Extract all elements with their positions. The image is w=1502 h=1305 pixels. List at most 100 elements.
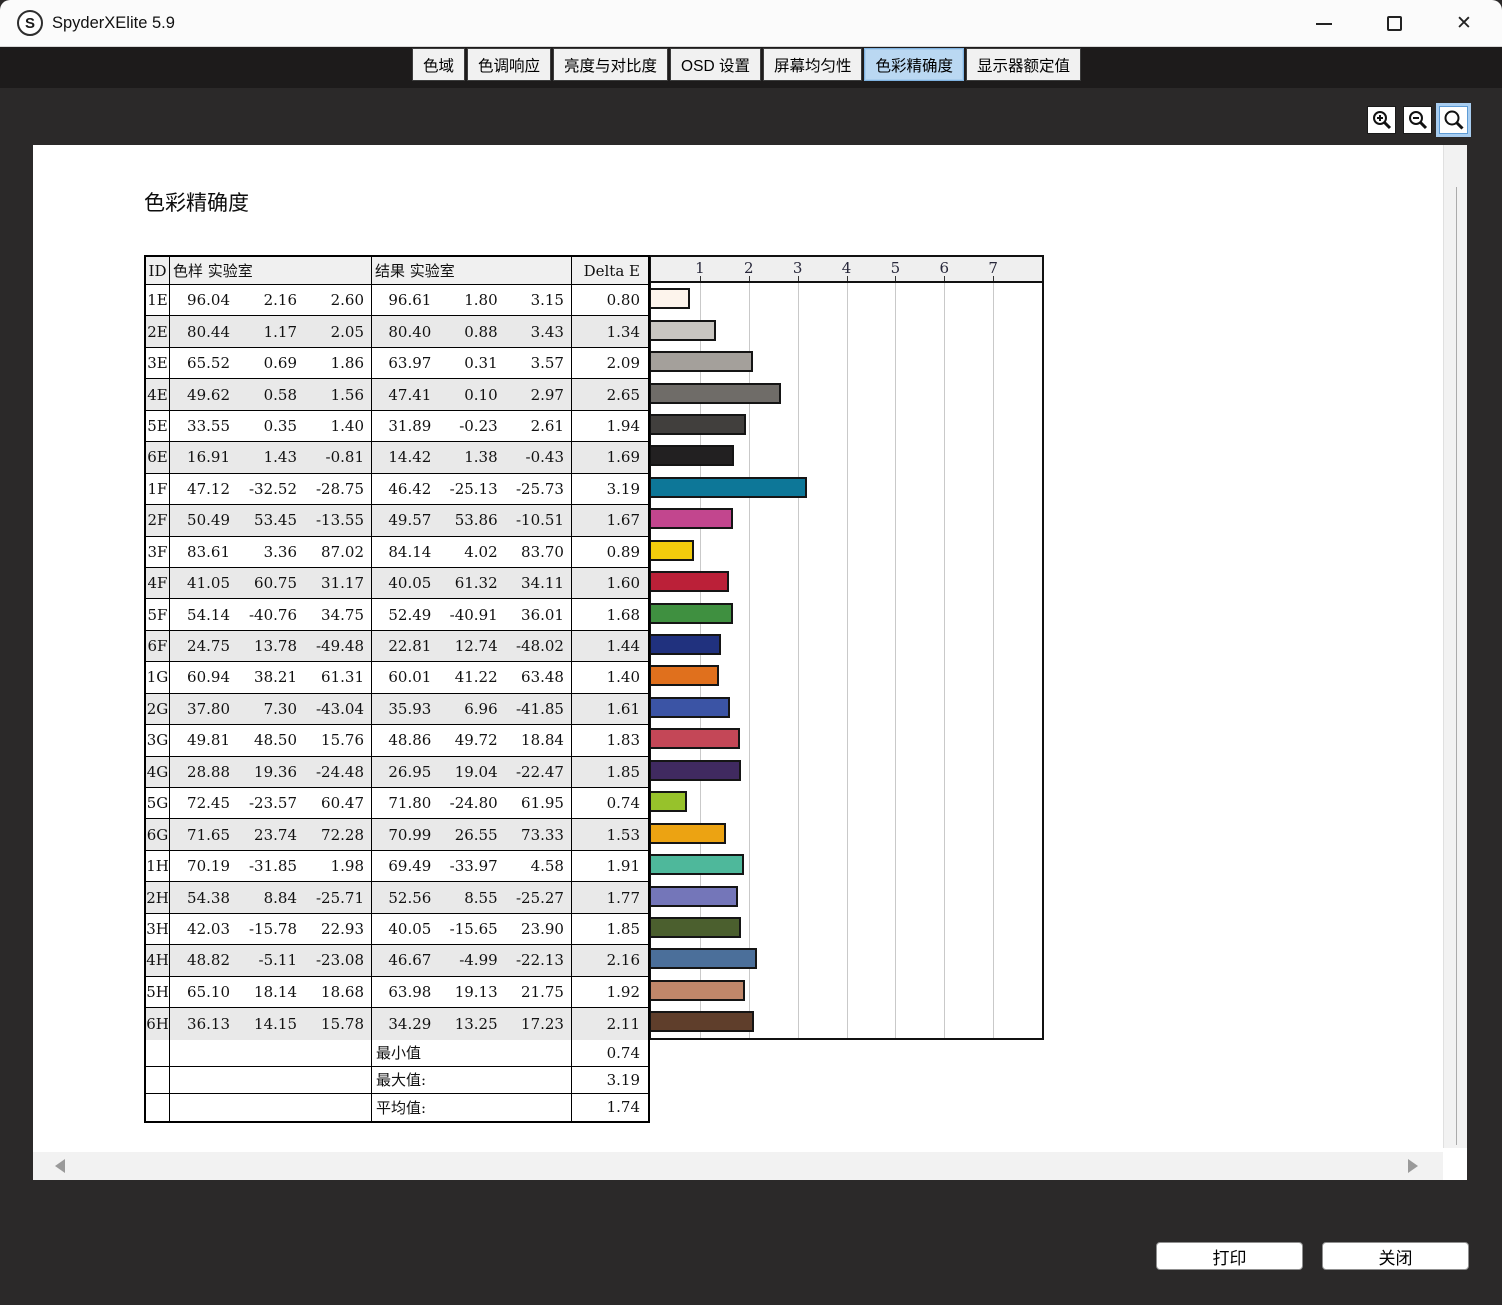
minimize-button[interactable] <box>1302 0 1346 47</box>
chart-bar-row <box>651 692 1042 723</box>
row-id: 3G <box>146 725 170 756</box>
table-row: 1F 47.12 -32.52 -28.75 46.42 -25.13 -25.73 3.19 <box>146 473 648 506</box>
scroll-left-icon[interactable] <box>55 1159 65 1173</box>
tab-tone-response[interactable]: 色调响应 <box>467 48 552 81</box>
sample-lab-values: 54.38 8.84 -25.71 <box>170 882 372 913</box>
delta-bar <box>651 665 720 687</box>
table-row: 4G 28.88 19.36 -24.48 26.95 19.04 -22.47 1.85 <box>146 756 648 788</box>
chart-bar-row <box>651 880 1042 911</box>
tab-gamut[interactable]: 色域 <box>412 48 466 81</box>
delta-bar <box>651 822 726 844</box>
summary-value: 0.74 <box>606 1043 640 1062</box>
table-row: 5E 33.55 0.35 1.40 31.89 -0.23 2.61 1.94 <box>146 410 648 443</box>
table-row: 3H 42.03 -15.78 22.93 40.05 -15.65 23.90 1.85 <box>146 913 648 946</box>
result-lab-values: 63.98 19.13 21.75 <box>372 976 572 1008</box>
chart-bar-row <box>651 786 1042 817</box>
accuracy-table: ID 色样 实验室 结果 实验室 Delta E 1E 96.04 2.16 2.60… <box>144 255 650 1123</box>
zoom-fit-button[interactable] <box>1436 103 1471 137</box>
table-summary: 最小值 0.74 最大值: 3.19 平均值: 1.74 <box>146 1039 648 1121</box>
result-lab-values: 69.49 -33.97 4.58 <box>372 850 572 882</box>
delta-e-value: 1.40 <box>606 668 640 687</box>
chart-bar-row <box>651 1006 1042 1037</box>
chart-axis-label: 4 <box>841 259 852 277</box>
minimize-icon <box>1316 22 1332 25</box>
row-id: 4E <box>146 379 170 410</box>
close-button[interactable]: ✕ <box>1442 0 1486 47</box>
table-row: 5G 72.45 -23.57 60.47 71.80 -24.80 61.95 0.74 <box>146 788 648 820</box>
delta-e-value: 2.65 <box>606 385 640 404</box>
scroll-right-icon[interactable] <box>1408 1159 1418 1173</box>
delta-e-value: 2.16 <box>606 951 640 970</box>
delta-e-value: 1.68 <box>606 605 640 624</box>
vertical-scrollbar[interactable] <box>1443 145 1467 1152</box>
tab-osd-settings[interactable]: OSD 设置 <box>670 48 761 81</box>
sample-lab-values: 50.49 53.45 -13.55 <box>170 505 372 536</box>
delta-bar <box>651 288 691 310</box>
table-row: 3E 65.52 0.69 1.86 63.97 0.31 3.57 2.09 <box>146 347 648 380</box>
sample-lab-values: 71.65 23.74 72.28 <box>170 819 372 850</box>
sample-lab-values: 72.45 -23.57 60.47 <box>170 788 372 819</box>
table-row: 5F 54.14 -40.76 34.75 52.49 -40.91 36.01 1.68 <box>146 599 648 631</box>
result-lab-values: 40.05 61.32 34.11 <box>372 567 572 599</box>
summary-label: 最大值: <box>372 1066 572 1093</box>
chart-axis-header: 1 2 3 4 5 6 7 <box>651 257 1042 283</box>
maximize-button[interactable] <box>1372 0 1416 47</box>
app-logo-icon: S <box>17 10 43 36</box>
delta-e-value: 2.11 <box>606 1014 640 1033</box>
sample-lab-values: 28.88 19.36 -24.48 <box>170 756 372 787</box>
print-button[interactable]: 打印 <box>1156 1242 1303 1270</box>
delta-bar <box>651 539 695 561</box>
table-row: 5H 65.10 18.14 18.68 63.98 19.13 21.75 1.92 <box>146 976 648 1009</box>
close-dialog-button[interactable]: 关闭 <box>1322 1242 1469 1270</box>
zoom-in-button[interactable] <box>1367 106 1396 134</box>
zoom-out-button[interactable] <box>1403 106 1432 134</box>
zoom-fit-icon <box>1444 110 1464 130</box>
report-title: 色彩精确度 <box>144 192 249 215</box>
chart-bar-row <box>651 912 1042 943</box>
chart-tick-mark <box>699 276 701 281</box>
row-id: 5E <box>146 410 170 442</box>
sample-lab-values: 24.75 13.78 -49.48 <box>170 630 372 662</box>
table-row: 2E 80.44 1.17 2.05 80.40 0.88 3.43 1.34 <box>146 316 648 348</box>
tab-color-accuracy[interactable]: 色彩精确度 <box>864 48 964 81</box>
table-row: 1G 60.94 38.21 61.31 60.01 41.22 63.48 1.40 <box>146 662 648 694</box>
chart-tick-mark <box>944 276 946 281</box>
close-icon: ✕ <box>1456 13 1472 34</box>
chart-axis-label: 6 <box>939 259 950 277</box>
zoom-in-icon <box>1372 111 1391 130</box>
delta-e-value: 0.80 <box>606 291 640 310</box>
row-id: 4F <box>146 567 170 599</box>
row-id: 3H <box>146 913 170 945</box>
chart-body <box>651 283 1042 1038</box>
result-lab-values: 80.40 0.88 3.43 <box>372 316 572 347</box>
summary-row: 最大值: 3.19 <box>146 1066 648 1094</box>
tab-monitor-rating[interactable]: 显示器额定值 <box>965 48 1081 81</box>
tab-screen-uniformity[interactable]: 屏幕均匀性 <box>762 48 863 81</box>
table-row: 1E 96.04 2.16 2.60 96.61 1.80 3.15 0.80 <box>146 285 648 317</box>
result-lab-values: 40.05 -15.65 23.90 <box>372 913 572 945</box>
delta-e-value: 1.34 <box>606 322 640 341</box>
delta-e-value: 1.67 <box>606 511 640 530</box>
result-lab-values: 49.57 53.86 -10.51 <box>372 505 572 536</box>
sample-lab-values: 41.05 60.75 31.17 <box>170 567 372 599</box>
delta-e-value: 1.85 <box>606 919 640 938</box>
delta-bar <box>651 1011 755 1033</box>
header-delta-e: Delta E <box>583 261 640 280</box>
horizontal-scrollbar[interactable] <box>33 1152 1443 1180</box>
vertical-scrollbar-thumb[interactable] <box>1456 187 1457 1145</box>
tab-bar: 色域 色调响应 亮度与对比度 OSD 设置 屏幕均匀性 色彩精确度 显示器额定值 <box>412 48 1081 81</box>
result-lab-values: 14.42 1.38 -0.43 <box>372 442 572 473</box>
sample-lab-values: 54.14 -40.76 34.75 <box>170 599 372 630</box>
row-id: 6F <box>146 630 170 662</box>
row-id: 5G <box>146 788 170 819</box>
maximize-icon <box>1386 16 1402 31</box>
delta-bar <box>651 319 717 341</box>
tab-brightness-contrast[interactable]: 亮度与对比度 <box>553 48 669 81</box>
chart-tick-mark <box>993 276 995 281</box>
chart-bar-row <box>651 943 1042 974</box>
summary-row: 平均值: 1.74 <box>146 1093 648 1121</box>
row-id: 3E <box>146 347 170 379</box>
result-lab-values: 60.01 41.22 63.48 <box>372 662 572 693</box>
delta-e-value: 3.19 <box>606 479 640 498</box>
delta-bar <box>651 854 745 876</box>
